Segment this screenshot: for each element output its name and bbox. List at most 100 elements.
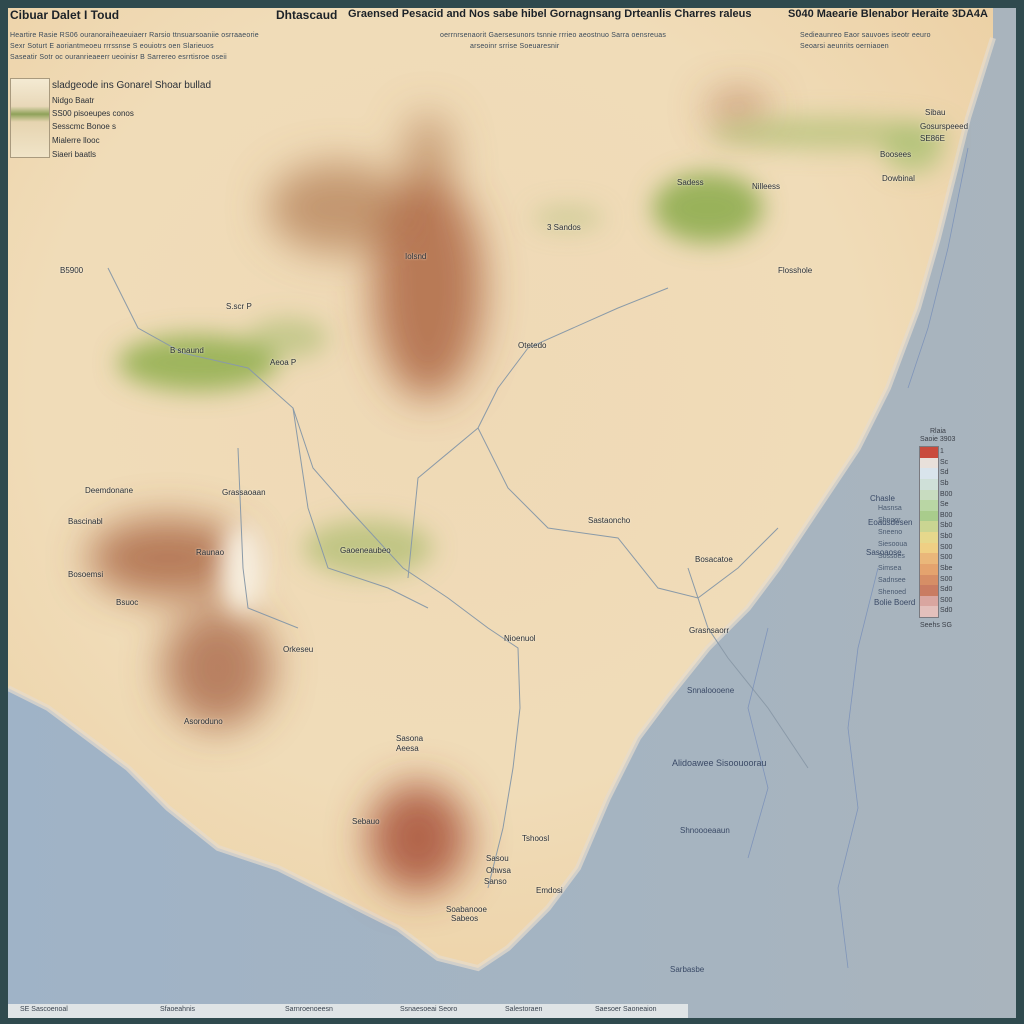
color-bar-side-label: Siesooua (878, 541, 908, 548)
color-bar-cell (920, 457, 938, 469)
place-label[interactable]: 3 Sandos (547, 223, 581, 232)
sea-label[interactable]: Alidoawee Sisoouoorau (672, 758, 767, 768)
color-bar-value: S00 (940, 596, 953, 604)
color-bar-side-label: Hasnsa (878, 505, 902, 512)
place-label[interactable]: Sabeos (451, 914, 478, 923)
place-label[interactable]: Bsuoc (116, 598, 138, 607)
sea-label[interactable]: Snnaloooene (687, 686, 734, 695)
place-label[interactable]: Grassaoaan (222, 488, 266, 497)
place-label[interactable]: Nioenuol (504, 634, 536, 643)
map-canvas[interactable] (8, 8, 1016, 1018)
place-label[interactable]: Gaoeneaubeo (340, 546, 391, 555)
footer-item: Saesoer Saoneaion (595, 1006, 657, 1013)
place-label[interactable]: Iolsnd (405, 252, 426, 261)
place-label[interactable]: B snaund (170, 346, 204, 355)
color-bar-value: S00 (940, 554, 953, 562)
elevation-color-bar (919, 446, 939, 618)
place-label[interactable]: S.scr P (226, 302, 252, 311)
place-label[interactable]: Nilleess (752, 182, 780, 191)
place-label[interactable]: Aeoa P (270, 358, 296, 367)
place-label[interactable]: Emdosi (536, 886, 563, 895)
color-bar-cell (920, 574, 938, 586)
place-label[interactable]: Sadess (677, 178, 704, 187)
scalebar-title: Rlaia (930, 428, 946, 435)
place-label[interactable]: Ohwsa (486, 866, 511, 875)
place-label[interactable]: Asoroduno (184, 717, 223, 726)
place-label[interactable]: Bosoemsi (68, 570, 103, 579)
place-label[interactable]: Dowbinal (882, 174, 915, 183)
footer-item: Salestoraen (505, 1006, 543, 1013)
place-label[interactable]: Bosacatoe (695, 555, 733, 564)
sea-label[interactable]: Bolie Boerd (874, 598, 915, 607)
footer-item: Ssnaesoeai Seoro (400, 1006, 458, 1013)
color-bar-side-label: Sossoes (878, 553, 905, 560)
place-label[interactable]: Sebauo (352, 817, 380, 826)
color-bar-cell (920, 500, 938, 511)
color-bar-cell (920, 468, 938, 479)
place-label[interactable]: Boosees (880, 150, 911, 159)
color-bar-cell (920, 489, 938, 501)
color-bar-cell (920, 447, 938, 458)
subtitle-center-2: arseoinr srrise Soeuaresnir (470, 43, 560, 50)
place-label[interactable]: Raunao (196, 548, 224, 557)
map-title-center-b: Graensed Pesacid and Nos sabe hibel Gorn… (348, 8, 752, 20)
color-bar-value: S00 (940, 575, 953, 583)
subtitle-center-1: oerrnrsenaorit Gaersesunors tsnnie rrrie… (440, 32, 667, 39)
color-bar-value: Sd0 (940, 607, 953, 615)
place-label[interactable]: Aeesa (396, 744, 419, 753)
map-frame: Cibuar Dalet I Toud Dhtascaud Graensed P… (0, 0, 1024, 1024)
color-bar-value: Sb0 (940, 533, 953, 540)
color-bar-side-label: Shenoed (878, 589, 907, 596)
place-label[interactable]: Sanso (484, 877, 507, 886)
color-bar-value: B00 (940, 490, 953, 498)
color-bar-cell (920, 595, 938, 607)
color-bar-cell (920, 521, 938, 532)
map-title-right: S040 Maearie Blenabor Heraite 3DA4A (788, 8, 988, 20)
subtitle-right-2: Seoarsi aeunrits oerniaoen (800, 43, 889, 50)
color-bar-value: 1 (940, 448, 944, 455)
place-label[interactable]: SE86E (920, 134, 945, 143)
color-bar-value: Se (940, 501, 949, 509)
legend-item: Nidgo Baatr (52, 96, 95, 105)
scalebar-bottom-label: Seehs SG (920, 622, 952, 629)
legend-item: Sesscmc Bonoe s (52, 122, 117, 131)
color-bar-cell (920, 532, 938, 543)
color-bar-value: Sc (940, 458, 949, 466)
place-label[interactable]: Otetedo (518, 341, 546, 350)
place-label[interactable]: Sastaoncho (588, 516, 630, 525)
place-label[interactable]: Sasou (486, 854, 509, 863)
color-bar-cell (920, 478, 938, 490)
legend-item: Mialerre llooc (52, 136, 100, 145)
color-bar-value: Sb (940, 479, 949, 487)
color-bar-side-label: Simsea (878, 565, 902, 572)
sea-label[interactable]: Sarbasbe (670, 965, 704, 974)
footer-bar (8, 1004, 688, 1018)
color-bar-value: S00 (940, 543, 953, 551)
color-bar-value: Sbe (940, 564, 953, 572)
map-title-left: Cibuar Dalet I Toud (10, 8, 120, 22)
place-label[interactable]: Gosurspeeed (920, 122, 968, 131)
color-bar-cell (920, 585, 938, 596)
place-label[interactable]: Tshoosl (522, 834, 549, 843)
place-label[interactable]: Deemdonane (85, 486, 133, 495)
sea-label[interactable]: Shnoooeaaun (680, 826, 730, 835)
place-label[interactable]: Sasona (396, 734, 423, 743)
color-bar-side-label: Sneeno (878, 529, 903, 536)
place-label[interactable]: Sibau (925, 108, 945, 117)
legend-title: sladgeode ins Gonarel Shoar bullad (52, 80, 211, 91)
color-bar-cell (920, 542, 938, 554)
subtitle-left-3: Saseatir Sotr oc ouranrieaeerr ueoinisr … (10, 54, 227, 61)
place-label[interactable]: B5900 (60, 266, 83, 275)
footer-item: SE Sascoenoal (20, 1006, 68, 1013)
color-bar-side-label: Sadnsee (878, 577, 906, 584)
color-bar-cell (920, 563, 938, 575)
map-title-center-a: Dhtascaud (276, 8, 338, 22)
subtitle-left-1: Heartire Rasie RS06 ouranoraiheaeuiaerr … (10, 32, 259, 39)
place-label[interactable]: Soabanooe (446, 905, 487, 914)
place-label[interactable]: Bascinabl (68, 517, 103, 526)
legend-swatch (10, 78, 50, 158)
place-label[interactable]: Flosshole (778, 266, 812, 275)
sea-label[interactable]: Chasle (870, 494, 895, 503)
place-label[interactable]: Orkeseu (283, 645, 313, 654)
place-label[interactable]: Grasnsaorr (689, 626, 729, 635)
